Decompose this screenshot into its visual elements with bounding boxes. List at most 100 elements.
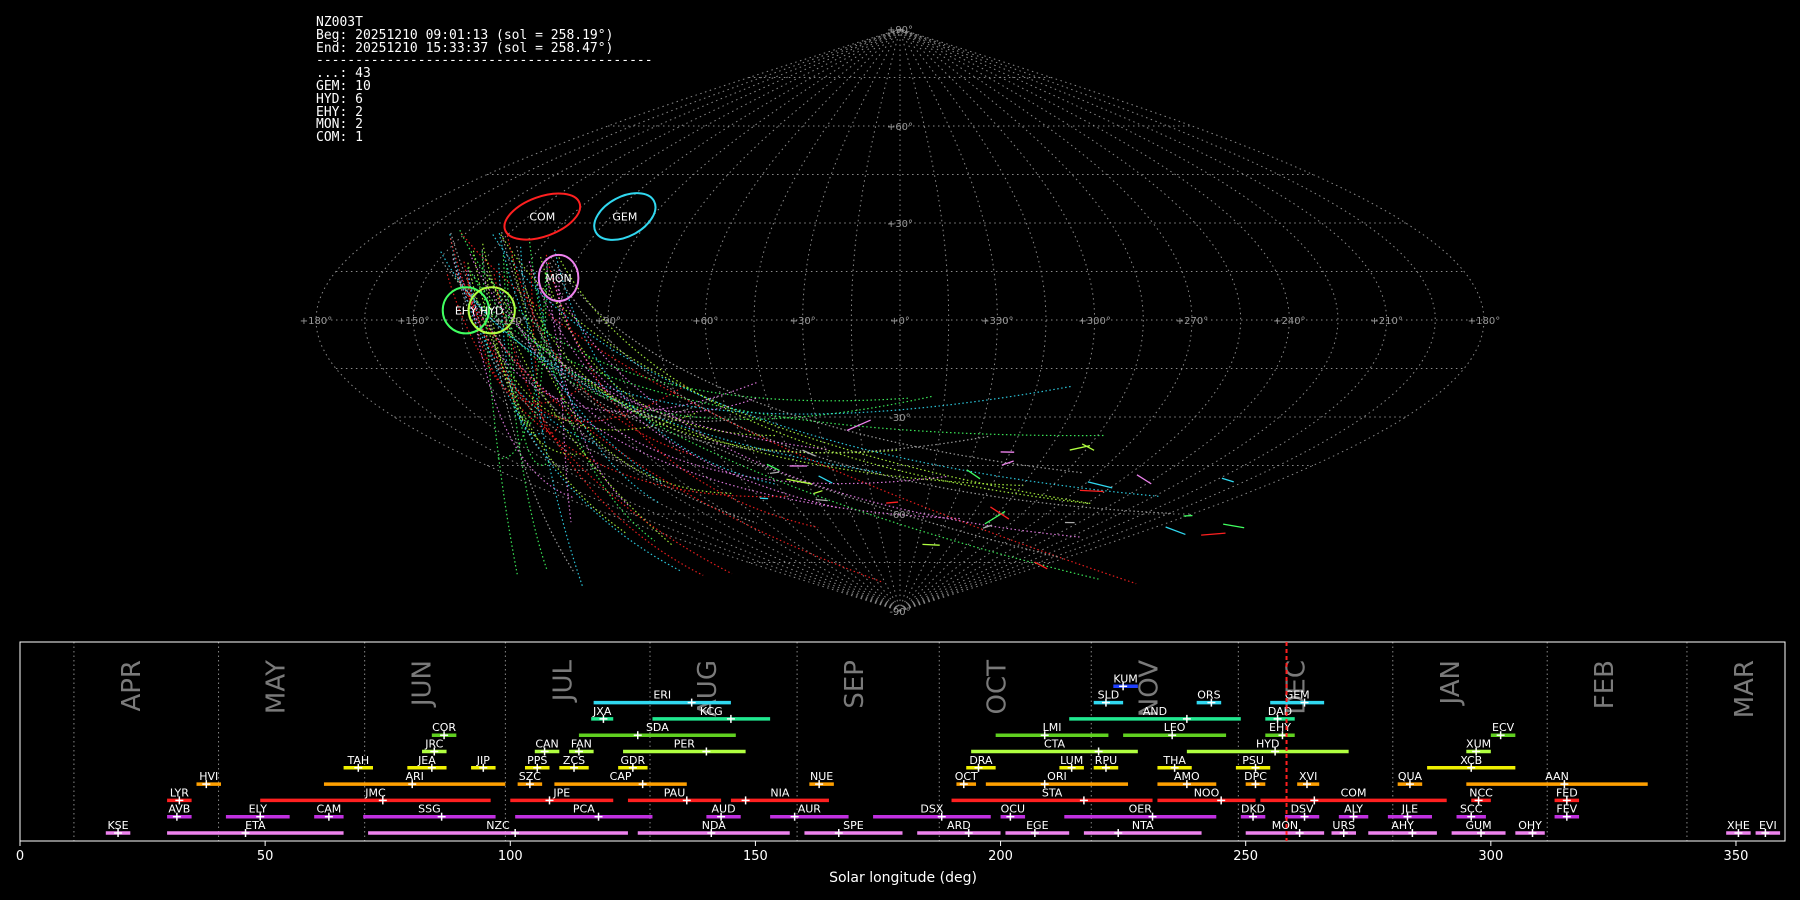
- lat-tick-label: +30°: [887, 219, 913, 230]
- shower-label: DKD: [1241, 803, 1265, 816]
- shower-label: SPE: [843, 819, 864, 832]
- meteor-segment: [886, 501, 899, 504]
- shower-label: JMC: [364, 786, 386, 799]
- shower-label: JIP: [476, 754, 490, 767]
- meteor-segment: [1201, 532, 1226, 536]
- shower-label: ZCS: [563, 754, 585, 767]
- shower-label: XHE: [1727, 819, 1750, 832]
- meteor-trail: [497, 273, 547, 459]
- meteor-segment: [990, 506, 1010, 520]
- shower-label: JPE: [552, 786, 570, 799]
- meteor-trail: [442, 261, 1059, 558]
- shower-label: PER: [674, 738, 696, 751]
- meteor-segment: [1001, 460, 1014, 466]
- lon-tick-label: +240°: [1273, 316, 1305, 327]
- radiant-label: COM: [529, 211, 555, 224]
- shower-label: COR: [432, 721, 456, 734]
- x-tick-label: 150: [743, 849, 768, 864]
- meteor-trail: [454, 273, 1073, 415]
- meteor-segment: [1069, 444, 1091, 451]
- shower-timeline: APR MAY JUN JUL AUG SEP OCT NOV DEC JAN FEB MAR KUM…: [16, 641, 1786, 886]
- x-tick-label: 350: [1724, 849, 1749, 864]
- lon-tick-label: +60°: [692, 316, 718, 327]
- shower-label: NZC: [486, 819, 510, 832]
- shower-label: ELY: [249, 803, 268, 816]
- shower-label: ARD: [947, 819, 971, 832]
- lat-tick-label: +90°: [887, 25, 913, 36]
- meteor-segment: [922, 543, 940, 546]
- shower-label: FEV: [1556, 803, 1577, 816]
- lon-tick-label: +180°: [300, 316, 332, 327]
- shower-label: SSG: [418, 803, 441, 816]
- shower-label: DPC: [1244, 770, 1267, 783]
- month-label: JAN: [1436, 660, 1466, 706]
- lon-tick-label: +120°: [494, 316, 526, 327]
- shower-label: OHY: [1518, 819, 1542, 832]
- shower-label: LEO: [1164, 721, 1186, 734]
- shower-label: JLE: [1401, 803, 1418, 816]
- shower-label: NDA: [702, 819, 727, 832]
- meteor-segment: [1221, 477, 1234, 483]
- shower-label: HYD: [1256, 738, 1279, 751]
- meteor-segment: [1223, 523, 1245, 529]
- shower-label: LUM: [1060, 754, 1083, 767]
- meteor-segment: [815, 498, 828, 502]
- shower-label: SDA: [646, 721, 669, 734]
- shower-label: EHY: [1269, 721, 1291, 734]
- meteor-segment: [1087, 481, 1113, 489]
- lon-tick-label: +210°: [1370, 316, 1402, 327]
- meteor-segment: [769, 471, 780, 475]
- month-label: MAY: [262, 660, 292, 714]
- meteor-trail: [486, 270, 991, 454]
- meridian-line: [899, 28, 1388, 612]
- shower-label: NIA: [770, 786, 789, 799]
- shower-label: NCC: [1469, 786, 1493, 799]
- x-tick-label: 100: [498, 849, 523, 864]
- shower-label: AHY: [1391, 819, 1414, 832]
- shower-label: ETA: [245, 819, 266, 832]
- month-label: JUL: [548, 659, 578, 703]
- month-label: SEP: [840, 660, 870, 709]
- shower-label: PAU: [664, 786, 686, 799]
- meteor-segment: [1136, 474, 1152, 485]
- shower-label: ORS: [1197, 689, 1220, 702]
- shower-label: PSU: [1242, 754, 1264, 767]
- shower-label: ARI: [405, 770, 423, 783]
- meteor-trail: [558, 257, 1089, 504]
- meteor-trail: [440, 251, 882, 474]
- lon-tick-label: +150°: [397, 316, 429, 327]
- lat-tick-label: +60°: [887, 122, 913, 133]
- meteor-segment: [1034, 561, 1048, 570]
- sky-map: COM GEMMONEHY HYD +180° +150° +120° +90° +60° +…: [300, 25, 1500, 618]
- meteor-segment: [1165, 526, 1186, 536]
- meteor-segment: [1079, 489, 1104, 493]
- x-axis-label: Solar longitude (deg): [829, 870, 977, 886]
- shower-label: XCB: [1460, 754, 1482, 767]
- shower-label: NTA: [1132, 819, 1154, 832]
- meteor-trail: [457, 272, 963, 520]
- shower-label: CTA: [1044, 738, 1066, 751]
- shower-label: AND: [1143, 705, 1167, 718]
- shower-label: GUM: [1466, 819, 1492, 832]
- shower-label: RPU: [1095, 754, 1117, 767]
- shower-label: GEM: [1285, 689, 1310, 702]
- shower-label: LMI: [1043, 721, 1062, 734]
- shower-label: QUA: [1398, 770, 1423, 783]
- radiant-label: MON: [545, 272, 571, 285]
- meteor-trail: [449, 238, 733, 575]
- shower-label: KCG: [700, 705, 723, 718]
- shower-label: DSV: [1291, 803, 1314, 816]
- shower-label: URS: [1332, 819, 1355, 832]
- shower-label: PPS: [527, 754, 547, 767]
- month-label: JUN: [408, 660, 438, 708]
- meteor-trail: [492, 234, 1161, 498]
- shower-label: AAN: [1545, 770, 1569, 783]
- shower-label: TAH: [346, 754, 369, 767]
- shower-label: SCC: [1460, 803, 1483, 816]
- shower-label: JRC: [424, 738, 443, 751]
- lon-tick-label: +30°: [790, 316, 816, 327]
- shower-label: ALY: [1344, 803, 1363, 816]
- lon-tick-label: +300°: [1078, 316, 1110, 327]
- shower-label: DAD: [1268, 705, 1292, 718]
- shower-label: NUE: [810, 770, 833, 783]
